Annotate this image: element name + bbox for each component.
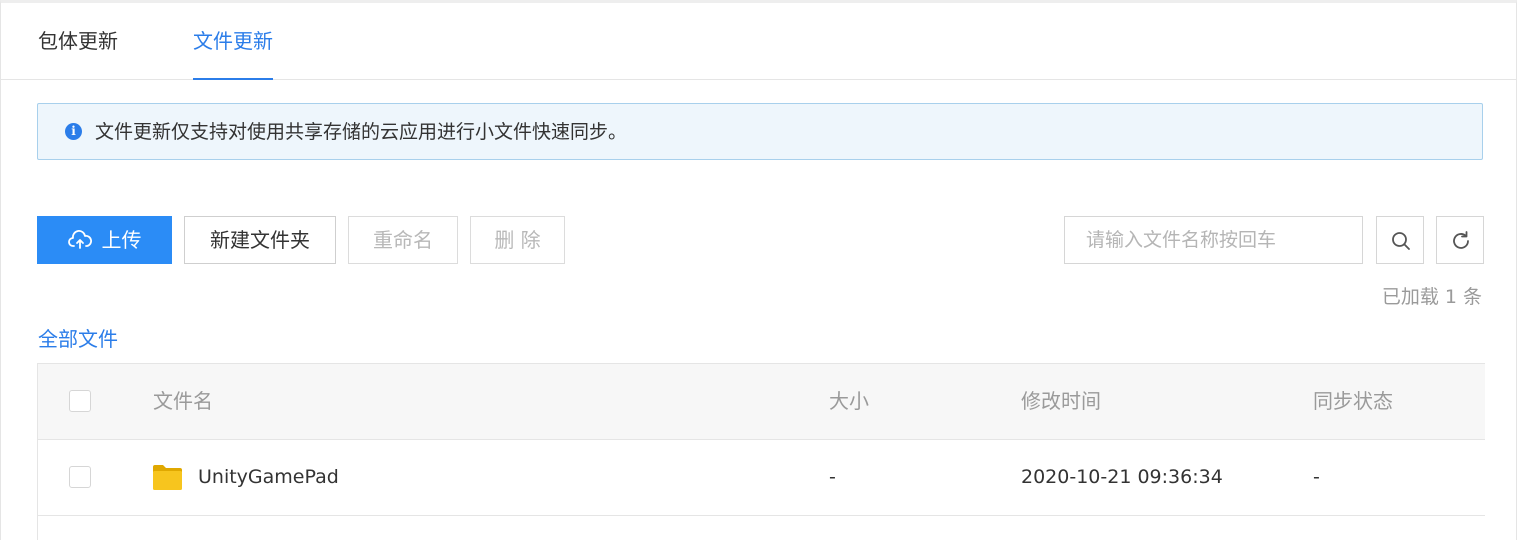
column-header-name[interactable]: 文件名 — [153, 364, 213, 439]
column-header-size[interactable]: 大小 — [829, 364, 869, 439]
tab-package-update[interactable]: 包体更新 — [38, 3, 118, 79]
table-empty-space — [38, 516, 1485, 540]
rename-button[interactable]: 重命名 — [348, 216, 458, 264]
refresh-icon — [1453, 231, 1469, 249]
file-sync-status: - — [1313, 466, 1320, 488]
table-row[interactable]: UnityGamePad - 2020-10-21 09:36:34 - — [38, 440, 1485, 516]
cloud-upload-icon — [67, 229, 92, 249]
refresh-button[interactable] — [1436, 216, 1484, 264]
file-size: - — [829, 466, 836, 488]
file-update-page: 包体更新 文件更新 i 文件更新仅支持对使用共享存储的云应用进行小文件快速同步。… — [0, 0, 1517, 540]
folder-icon — [153, 465, 182, 490]
loaded-count: 已加载 1 条 — [1381, 286, 1482, 308]
file-name[interactable]: UnityGamePad — [198, 440, 339, 515]
search-button[interactable] — [1376, 216, 1424, 264]
breadcrumb-all-files[interactable]: 全部文件 — [38, 323, 118, 352]
column-header-sync-status[interactable]: 同步状态 — [1313, 364, 1393, 439]
row-checkbox[interactable] — [69, 466, 91, 488]
upload-label: 上传 — [101, 228, 142, 252]
delete-button[interactable]: 删 除 — [470, 216, 565, 264]
table-header: 文件名 大小 修改时间 同步状态 — [38, 364, 1485, 440]
tab-bar: 包体更新 文件更新 — [1, 3, 1516, 80]
tab-file-update[interactable]: 文件更新 — [193, 3, 273, 80]
search-input[interactable] — [1064, 216, 1363, 264]
file-modified-time: 2020-10-21 09:36:34 — [1021, 466, 1223, 488]
column-header-modified[interactable]: 修改时间 — [1021, 364, 1101, 439]
search-icon — [1392, 232, 1410, 250]
notice-text: 文件更新仅支持对使用共享存储的云应用进行小文件快速同步。 — [95, 121, 628, 143]
info-icon: i — [65, 123, 82, 140]
upload-button[interactable]: 上传 — [37, 216, 172, 264]
select-all-checkbox[interactable] — [69, 390, 91, 412]
new-folder-button[interactable]: 新建文件夹 — [184, 216, 336, 264]
info-notice: i 文件更新仅支持对使用共享存储的云应用进行小文件快速同步。 — [37, 103, 1483, 160]
file-table: 文件名 大小 修改时间 同步状态 UnityGamePad - 2020-10-… — [37, 363, 1485, 540]
